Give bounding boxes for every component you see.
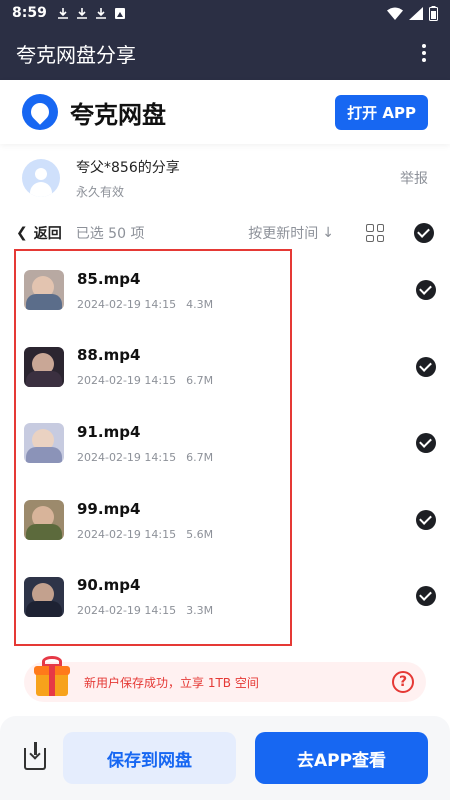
list-item[interactable]: 91.mp4 2024-02-19 14:15 6.7M [0, 405, 450, 482]
file-size: 3.3M [186, 604, 214, 618]
arrow-down-icon: ↓ [322, 225, 334, 241]
selected-count: 已选 50 项 [75, 226, 145, 242]
image-icon [114, 7, 125, 19]
help-icon[interactable]: ? [392, 671, 414, 693]
download-icon [95, 7, 106, 19]
gift-icon [32, 654, 72, 698]
sharer-name: 夸父*856的分享 [76, 159, 180, 176]
file-date: 2024-02-19 14:15 [77, 527, 177, 541]
report-link[interactable]: 举报 [400, 168, 428, 188]
file-checkbox[interactable] [416, 433, 436, 454]
more-icon[interactable] [414, 41, 434, 65]
file-name: 88.mp4 [77, 346, 141, 365]
file-size: 5.6M [186, 527, 214, 541]
video-thumbnail [24, 346, 64, 387]
back-button[interactable]: ❮ 返回 [16, 223, 62, 243]
file-checkbox[interactable] [416, 586, 436, 607]
file-name: 99.mp4 [77, 499, 141, 518]
file-checkbox[interactable] [416, 280, 436, 300]
file-date: 2024-02-19 14:15 [77, 604, 177, 618]
file-name: 90.mp4 [77, 576, 141, 595]
video-thumbnail [24, 576, 64, 617]
file-date: 2024-02-19 14:15 [77, 450, 177, 464]
file-date: 2024-02-19 14:15 [77, 297, 177, 311]
file-list: 85.mp4 2024-02-19 14:15 4.3M 88.mp4 2024-… [0, 252, 450, 635]
select-all-checkbox[interactable] [414, 223, 434, 243]
app-header: 夸克网盘分享 [0, 26, 450, 80]
video-thumbnail [24, 270, 64, 311]
view-in-app-button[interactable]: 去APP查看 [255, 732, 428, 784]
file-size: 6.7M [186, 450, 214, 464]
file-checkbox[interactable] [416, 509, 436, 530]
download-icon [76, 7, 87, 19]
signal-icon [409, 6, 423, 20]
quark-logo-icon [22, 94, 58, 130]
list-toolbar: ❮ 返回 已选 50 项 按更新时间 ↓ [0, 218, 450, 248]
sort-button[interactable]: 按更新时间 ↓ [248, 223, 334, 243]
file-checkbox[interactable] [416, 356, 436, 377]
download-icon [57, 7, 68, 19]
video-thumbnail [24, 500, 64, 541]
bottom-action-bar: 保存到网盘 去APP查看 [0, 716, 450, 800]
brand-name: 夸克网盘 [70, 100, 166, 129]
list-item[interactable]: 99.mp4 2024-02-19 14:15 5.6M [0, 482, 450, 559]
list-item[interactable]: 85.mp4 2024-02-19 14:15 4.3M [0, 252, 450, 329]
save-to-drive-button[interactable]: 保存到网盘 [63, 732, 236, 784]
file-size: 6.7M [186, 374, 214, 388]
list-item[interactable]: 90.mp4 2024-02-19 14:15 3.3M [0, 558, 450, 635]
status-indicators [387, 5, 438, 21]
file-name: 91.mp4 [77, 422, 141, 441]
brand-bar: 夸克网盘 打开 APP [0, 80, 450, 144]
promo-text: 新用户保存成功，立享 1TB 空间 [84, 675, 259, 690]
back-label: 返回 [33, 226, 62, 242]
open-app-button[interactable]: 打开 APP [335, 94, 428, 130]
sort-label: 按更新时间 [248, 226, 319, 242]
page-title: 夸克网盘分享 [16, 42, 136, 67]
download-save-icon[interactable] [24, 742, 46, 770]
list-item[interactable]: 88.mp4 2024-02-19 14:15 6.7M [0, 329, 450, 406]
chevron-left-icon: ❮ [16, 225, 28, 241]
video-thumbnail [24, 423, 64, 464]
file-size: 4.3M [186, 297, 214, 311]
grid-view-icon[interactable] [366, 224, 384, 242]
file-date: 2024-02-19 14:15 [77, 374, 177, 388]
wifi-icon [387, 7, 403, 20]
battery-icon [429, 5, 438, 21]
share-validity: 永久有效 [76, 184, 125, 199]
status-bar: 8:59 [0, 0, 450, 26]
status-time: 8:59 [12, 5, 47, 21]
sharer-info: 夸父*856的分享 永久有效 举报 [0, 150, 450, 206]
avatar [22, 159, 60, 197]
promo-banner[interactable]: 新用户保存成功，立享 1TB 空间 ? [24, 656, 426, 702]
file-name: 85.mp4 [77, 269, 141, 288]
